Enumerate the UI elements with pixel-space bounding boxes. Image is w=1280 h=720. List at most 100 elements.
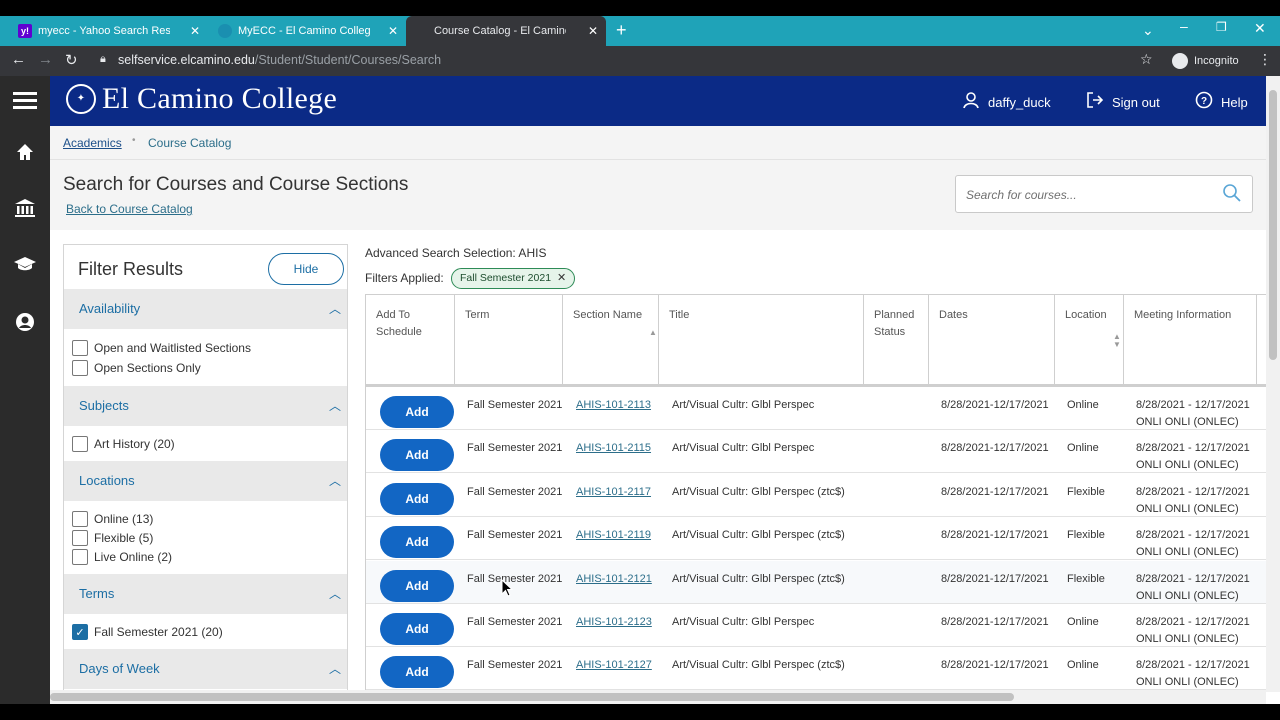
column-header[interactable]: Title	[659, 295, 864, 385]
tab-search-icon[interactable]: ⌄	[1142, 22, 1154, 39]
checkbox[interactable]	[72, 530, 88, 546]
meeting-info-cell: 8/28/2021 - 12/17/2021 ONLI ONLI (ONLEC)	[1136, 440, 1250, 474]
sort-up-icon[interactable]: ▲	[649, 329, 657, 337]
forward-arrow-icon[interactable]: →	[38, 51, 53, 68]
back-arrow-icon[interactable]: ←	[11, 51, 26, 68]
chevron-up-icon[interactable]: ︿	[329, 585, 341, 602]
content-area: Filter Results Hide Availability ︿ Open …	[50, 230, 1266, 692]
add-to-schedule-button[interactable]: Add	[380, 526, 454, 559]
close-tab-icon[interactable]: ✕	[588, 24, 598, 38]
section-link[interactable]: AHIS-101-2119	[576, 527, 651, 544]
table-row: Add Fall Semester 2021 AHIS-101-2113 Art/Vi…	[366, 387, 1266, 430]
add-to-schedule-button[interactable]: Add	[380, 396, 454, 428]
section-link[interactable]: AHIS-101-2115	[576, 440, 651, 457]
username: daffy_duck	[988, 94, 1051, 110]
filter-option[interactable]: Open Sections Only	[72, 359, 201, 377]
scrollbar-thumb[interactable]	[1269, 90, 1277, 360]
graduation-cap-icon[interactable]	[12, 254, 38, 280]
term-cell: Fall Semester 2021	[467, 616, 563, 628]
help-button[interactable]: ? Help	[1195, 91, 1248, 113]
column-header-section[interactable]: Section Name ▲	[563, 295, 659, 385]
user-menu[interactable]: daffy_duck	[962, 91, 1051, 113]
checkbox[interactable]	[72, 340, 88, 356]
filter-option[interactable]: Live Online (2)	[72, 548, 172, 566]
checkbox[interactable]	[72, 360, 88, 376]
browser-tab-course-catalog[interactable]: Course Catalog - El Camino Stud ✕	[406, 16, 606, 46]
filter-section-days-of-week[interactable]: Days of Week ︿	[64, 649, 347, 689]
filter-section-locations[interactable]: Locations ︿	[64, 461, 347, 501]
location-cell: Online	[1067, 399, 1099, 411]
chevron-up-icon[interactable]: ︿	[329, 300, 341, 317]
search-icon[interactable]	[1222, 183, 1242, 203]
horizontal-scrollbar[interactable]	[50, 690, 1266, 704]
term-cell: Fall Semester 2021	[467, 442, 563, 455]
add-to-schedule-button[interactable]: Add	[380, 656, 454, 689]
add-to-schedule-button[interactable]: Add	[380, 569, 454, 602]
institution-icon[interactable]	[12, 198, 38, 224]
chevron-up-icon[interactable]: ︿	[329, 660, 341, 677]
site-header: ✦ El Camino College daffy_duck Sign out …	[50, 76, 1266, 126]
browser-tab-yahoo[interactable]: y! myecc - Yahoo Search Results ✕	[8, 16, 208, 46]
back-to-catalog-link[interactable]: Back to Course Catalog	[66, 202, 193, 216]
remove-filter-icon[interactable]: ✕	[557, 269, 566, 288]
section-link[interactable]: AHIS-101-2121	[576, 571, 652, 588]
add-to-schedule-button[interactable]: Add	[380, 613, 454, 645]
add-to-schedule-button[interactable]: Add	[380, 439, 454, 472]
filter-section-terms[interactable]: Terms ︿	[64, 574, 347, 614]
checkbox[interactable]	[72, 511, 88, 527]
section-link[interactable]: AHIS-101-2127	[576, 657, 652, 674]
new-tab-icon[interactable]: +	[616, 20, 627, 41]
meeting-location: ONLI ONLI (ONLEC)	[1136, 589, 1239, 602]
filter-option[interactable]: Flexible (5)	[72, 529, 153, 547]
add-to-schedule-button[interactable]: Add	[380, 482, 454, 515]
section-link[interactable]: AHIS-101-2113	[576, 397, 651, 414]
filter-option[interactable]: ✓ Fall Semester 2021 (20)	[72, 623, 223, 641]
browser-tab-myecc[interactable]: MyECC - El Camino College Port ✕	[208, 16, 406, 46]
breadcrumb-academics-link[interactable]: Academics	[63, 136, 122, 150]
incognito-profile-button[interactable]: Incognito	[1172, 53, 1239, 69]
home-icon[interactable]	[12, 142, 38, 168]
filter-option[interactable]: Art History (20)	[72, 435, 175, 453]
filter-option[interactable]: Online (13)	[72, 510, 153, 528]
college-logo-text[interactable]: El Camino College	[102, 82, 337, 116]
checkbox-checked[interactable]: ✓	[72, 624, 88, 640]
dates-cell: 8/28/2021-12/17/2021	[941, 616, 1049, 628]
browser-menu-icon[interactable]: ⋮	[1258, 51, 1272, 68]
column-header[interactable]: Planned Status	[864, 295, 929, 385]
column-header-location[interactable]: Location ▲ ▼	[1055, 295, 1124, 385]
course-search-input[interactable]: Search for courses...	[955, 175, 1253, 213]
column-header[interactable]: Meeting Information	[1124, 295, 1257, 385]
hide-filters-button[interactable]: Hide	[268, 253, 344, 285]
hamburger-menu-icon[interactable]	[12, 90, 38, 116]
vertical-scrollbar[interactable]	[1266, 76, 1280, 692]
bookmark-star-icon[interactable]: ☆	[1140, 51, 1153, 68]
title-cell: Art/Visual Cultr: Glbl Perspec (ztc$)	[672, 485, 845, 498]
url-field[interactable]: selfservice.elcamino.edu/Student/Student…	[118, 53, 441, 67]
checkbox[interactable]	[72, 436, 88, 452]
reload-icon[interactable]: ↻	[65, 51, 78, 69]
filter-section-availability[interactable]: Availability ︿	[64, 289, 347, 329]
window-close-icon[interactable]: ✕	[1254, 20, 1266, 37]
scrollbar-thumb[interactable]	[50, 693, 1014, 701]
section-link[interactable]: AHIS-101-2123	[576, 614, 652, 631]
filter-option[interactable]: Open and Waitlisted Sections	[72, 339, 251, 357]
column-header[interactable]: Term	[455, 295, 563, 385]
close-tab-icon[interactable]: ✕	[388, 24, 398, 38]
sort-toggle-icon[interactable]: ▲ ▼	[1113, 333, 1121, 349]
minimize-icon[interactable]: –	[1180, 18, 1188, 34]
tab-label: myecc - Yahoo Search Results	[38, 25, 170, 37]
maximize-icon[interactable]: ❐	[1216, 20, 1227, 34]
section-label: Locations	[79, 473, 135, 488]
meeting-dates: 8/28/2021 - 12/17/2021	[1136, 572, 1250, 585]
section-link[interactable]: AHIS-101-2117	[576, 484, 651, 501]
user-circle-icon[interactable]	[12, 312, 38, 338]
chevron-up-icon[interactable]: ︿	[329, 472, 341, 489]
checkbox[interactable]	[72, 549, 88, 565]
meeting-location: ONLI ONLI (ONLEC)	[1136, 502, 1239, 515]
column-header[interactable]: Dates	[929, 295, 1055, 385]
filter-chip[interactable]: Fall Semester 2021 ✕	[451, 268, 576, 289]
chevron-up-icon[interactable]: ︿	[329, 397, 341, 414]
filter-section-subjects[interactable]: Subjects ︿	[64, 386, 347, 426]
sign-out-button[interactable]: Sign out	[1086, 91, 1160, 113]
close-tab-icon[interactable]: ✕	[190, 24, 200, 38]
